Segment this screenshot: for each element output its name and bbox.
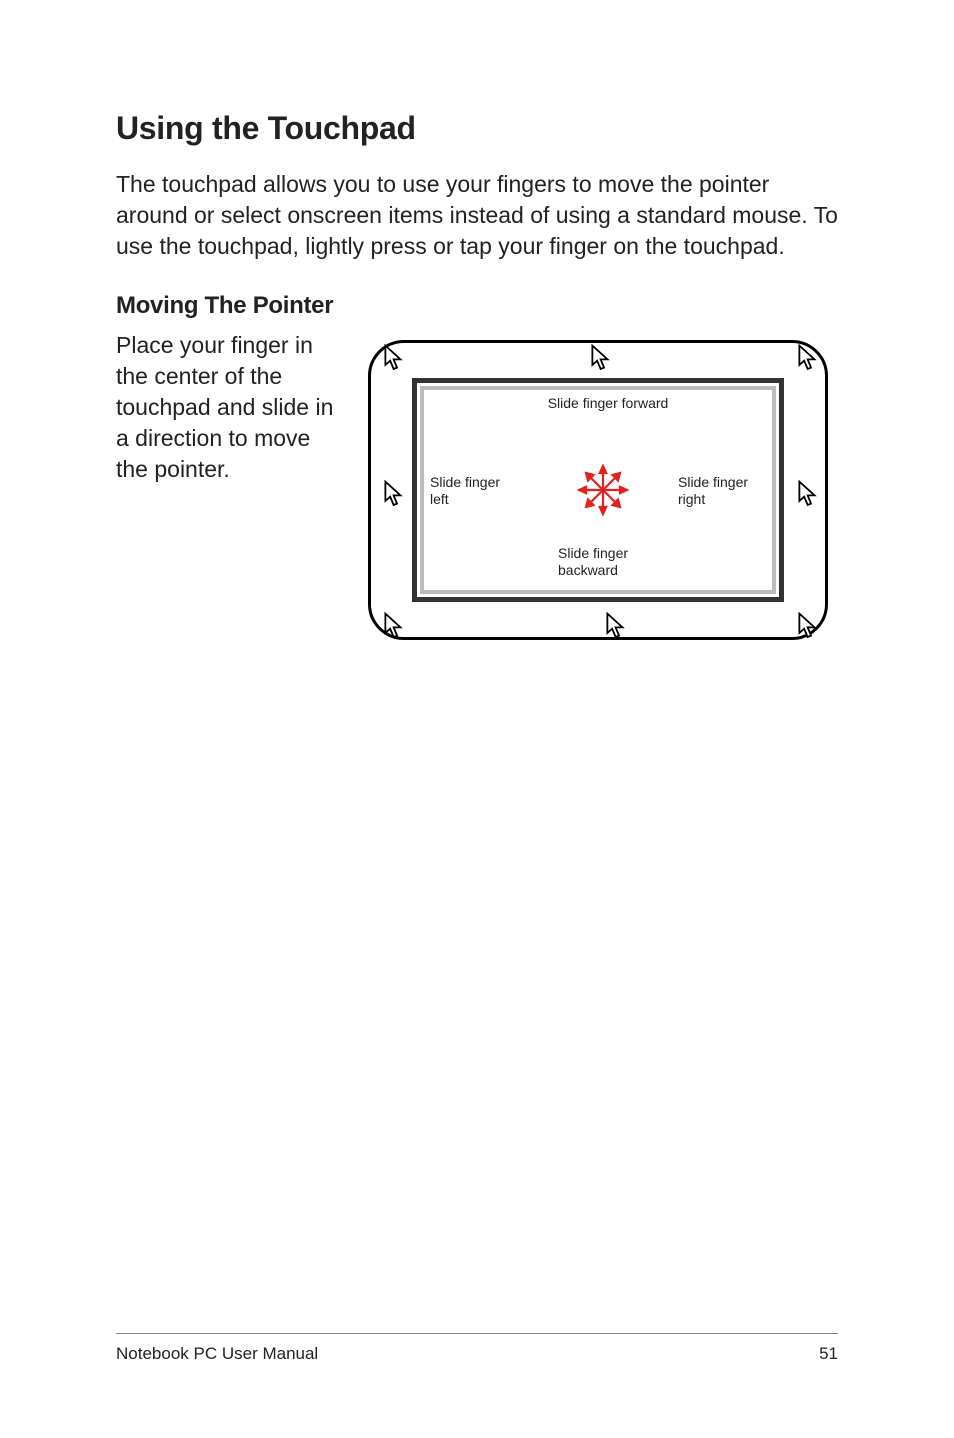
page-content: Using the Touchpad The touchpad allows y… — [0, 0, 954, 650]
label-forward: Slide finger forward — [518, 395, 698, 412]
label-left-line2: left — [430, 491, 449, 507]
cursor-icon — [606, 612, 628, 640]
touchpad-diagram: Slide finger forward Slide finger left S… — [358, 330, 838, 650]
cursor-icon — [591, 344, 613, 372]
page-footer: Notebook PC User Manual 51 — [116, 1333, 838, 1364]
label-right-line1: Slide finger — [678, 474, 748, 490]
footer-title: Notebook PC User Manual — [116, 1344, 318, 1364]
label-backward: Slide finger backward — [558, 545, 678, 579]
label-right: Slide finger right — [678, 474, 768, 508]
label-back-line1: Slide finger — [558, 545, 628, 561]
footer-page-number: 51 — [819, 1344, 838, 1364]
two-column-layout: Place your finger in the center of the t… — [116, 330, 838, 650]
compass-arrows-icon — [577, 464, 629, 516]
intro-paragraph: The touchpad allows you to use your fing… — [116, 169, 838, 262]
cursor-icon — [384, 344, 406, 372]
section-heading: Using the Touchpad — [116, 110, 838, 147]
label-left-line1: Slide finger — [430, 474, 500, 490]
label-left: Slide finger left — [430, 474, 520, 508]
subsection-text: Place your finger in the center of the t… — [116, 330, 338, 485]
cursor-icon — [384, 480, 406, 508]
cursor-icon — [798, 344, 820, 372]
diagram-column: Slide finger forward Slide finger left S… — [358, 330, 838, 650]
cursor-icon — [798, 480, 820, 508]
subsection-heading: Moving The Pointer — [116, 292, 838, 320]
cursor-icon — [798, 612, 820, 640]
label-back-line2: backward — [558, 562, 618, 578]
cursor-icon — [384, 612, 406, 640]
label-right-line2: right — [678, 491, 705, 507]
